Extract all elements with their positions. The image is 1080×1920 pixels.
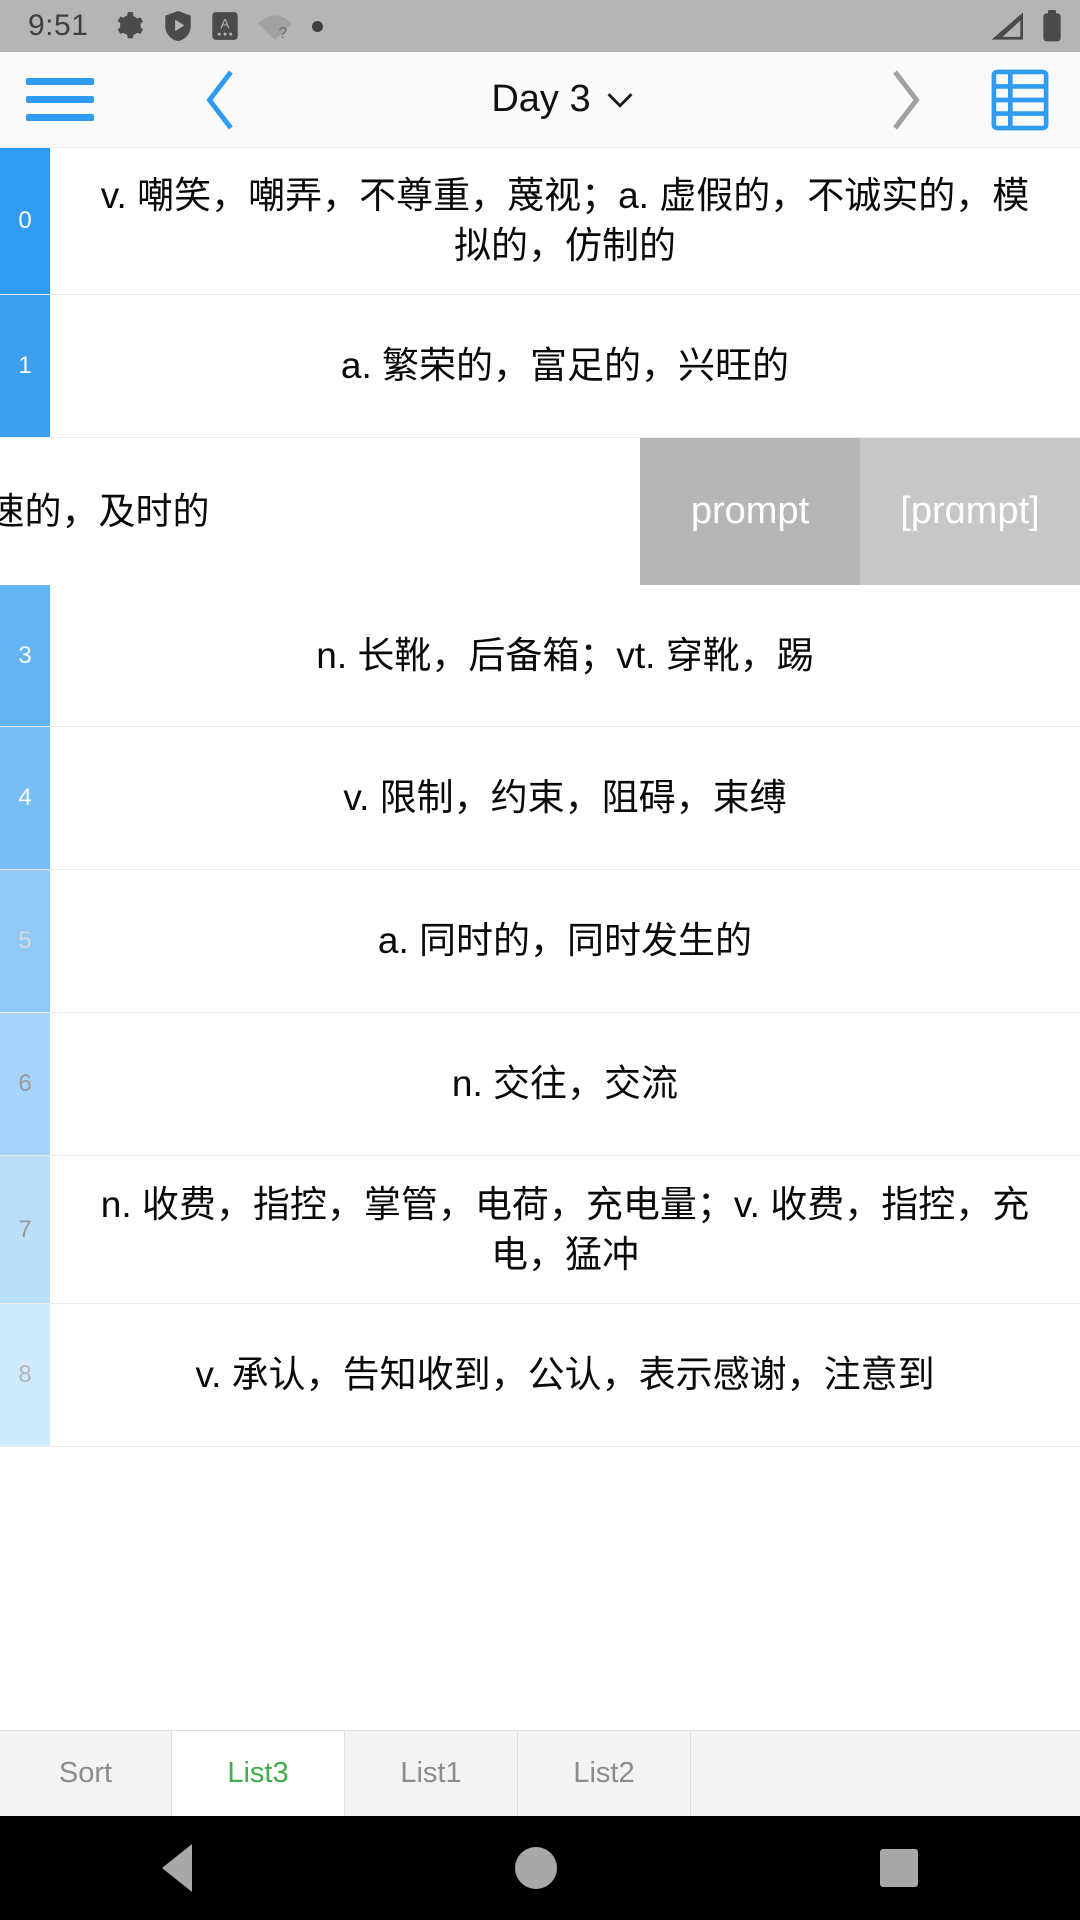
tab-list3[interactable]: List3 (172, 1731, 345, 1816)
list-item-index: 3 (0, 585, 50, 726)
dot-icon (312, 20, 324, 32)
tab-list2[interactable]: List2 (518, 1731, 691, 1816)
previous-day-button[interactable] (166, 52, 276, 148)
gear-icon (118, 12, 144, 39)
next-day-button[interactable] (850, 52, 960, 148)
list-item-index: 8 (0, 1304, 50, 1446)
hamburger-icon (26, 78, 94, 121)
svg-text:?: ? (279, 25, 288, 41)
list-item-definition: v. 嘲笑，嘲弄，不尊重，蔑视；a. 虚假的，不诚实的，模拟的，仿制的 (100, 175, 1030, 266)
battery-full-icon (1043, 10, 1061, 42)
list-item-index: 1 (0, 295, 50, 437)
list-item[interactable]: 4 v. 限制，约束，阻碍，束缚 (0, 727, 1080, 870)
bottom-tab-bar: Sort List3 List1 List2 (0, 1730, 1080, 1816)
list-item[interactable]: 1 a. 繁荣的，富足的，兴旺的 (0, 295, 1080, 438)
swipe-action-phonetic[interactable]: [prɑmpt] (860, 438, 1080, 585)
wifi-question-icon: ? (258, 15, 293, 41)
tab-sort[interactable]: Sort (0, 1731, 172, 1816)
list-item-index: 6 (0, 1013, 50, 1155)
list-item-index: 0 (0, 148, 50, 294)
list-item-index: 7 (0, 1156, 50, 1303)
list-item-definition: n. 长靴，后备箱；vt. 穿靴，踢 (316, 634, 814, 676)
swipe-action-word[interactable]: prompt (640, 438, 860, 585)
list-item[interactable]: 3 n. 长靴，后备箱；vt. 穿靴，踢 (0, 585, 1080, 727)
list-item-definition: v. 承认，告知收到，公认，表示感谢，注意到 (195, 1354, 935, 1396)
list-item-definition: a. 繁荣的，富足的，兴旺的 (340, 345, 790, 387)
chevron-right-icon (893, 69, 920, 130)
table-view-button[interactable] (960, 52, 1080, 148)
status-bar: 9:51 A ? (0, 0, 1080, 52)
list-item-definition: v. 限制，约束，阻碍，束缚 (343, 777, 787, 819)
keyboard-a-icon: A (212, 12, 239, 40)
svg-text:A: A (221, 15, 231, 31)
status-bar-clock: 9:51 (28, 9, 89, 42)
list-item-index: 5 (0, 870, 50, 1012)
list-item[interactable]: 6 n. 交往，交流 (0, 1013, 1080, 1156)
list-item[interactable]: 8 v. 承认，告知收到，公认，表示感谢，注意到 (0, 1304, 1080, 1447)
nav-recent-icon[interactable] (880, 1849, 919, 1887)
table-view-icon (991, 69, 1049, 130)
chevron-left-icon (206, 69, 233, 130)
list-item-definition: n. 交往，交流 (451, 1063, 679, 1105)
status-bar-notification-icons: A ? (114, 11, 324, 41)
app-toolbar: Day 3 (0, 52, 1080, 148)
list-item[interactable]: 7 n. 收费，指控，掌管，电荷，充电量；v. 收费，指控，充电，猛冲 (0, 1156, 1080, 1304)
page-title[interactable]: Day 3 (276, 78, 850, 121)
word-list[interactable]: 0 v. 嘲笑，嘲弄，不尊重，蔑视；a. 虚假的，不诚实的，模拟的，仿制的 1 a. … (0, 148, 1080, 1730)
list-item-definition: n. 收费，指控，掌管，电荷，充电量；v. 收费，指控，充电，猛冲 (100, 1183, 1030, 1275)
list-item[interactable]: 2. 迅速的，及时的prompt[prɑmpt] (0, 438, 1080, 585)
page-title-label: Day 3 (491, 78, 591, 120)
list-item-index: 4 (0, 727, 50, 869)
menu-button[interactable] (0, 52, 120, 148)
list-item[interactable]: 5 a. 同时的，同时发生的 (0, 870, 1080, 1013)
shield-play-icon (165, 11, 192, 41)
swipe-action-panel: prompt [prɑmpt] (640, 438, 1080, 585)
nav-home-icon[interactable] (514, 1847, 557, 1889)
list-item[interactable]: 0 v. 嘲笑，嘲弄，不尊重，蔑视；a. 虚假的，不诚实的，模拟的，仿制的 (0, 148, 1080, 295)
app-root: 9:51 A ? Day 3 0 v. 嘲笑，嘲弄，不尊重，蔑视；a. 虚假的，… (0, 0, 1080, 1920)
tab-bar-filler (691, 1731, 1080, 1816)
android-navigation-bar (0, 1816, 1080, 1920)
chevron-down-icon (607, 92, 633, 108)
signal-triangle-icon (991, 12, 1023, 40)
list-item-definition: a. 同时的，同时发生的 (377, 920, 753, 962)
nav-back-icon[interactable] (161, 1844, 192, 1892)
tab-list1[interactable]: List1 (345, 1731, 518, 1816)
status-bar-system-icons (990, 10, 1062, 42)
